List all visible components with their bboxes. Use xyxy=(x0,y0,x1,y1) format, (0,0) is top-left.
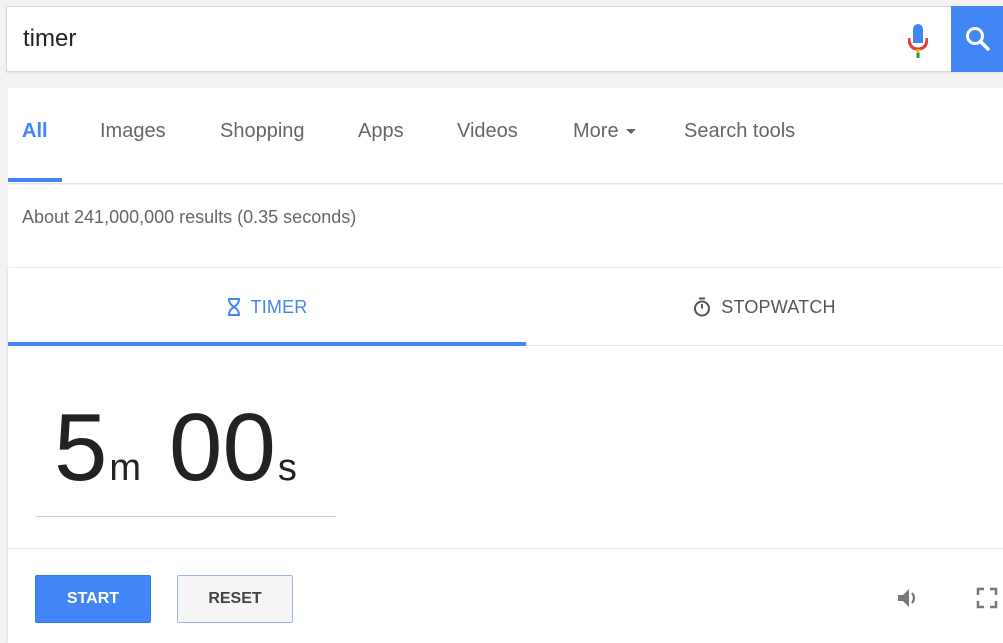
nav-apps[interactable]: Apps xyxy=(358,120,404,143)
nav-search-tools[interactable]: Search tools xyxy=(684,120,795,143)
nav-videos[interactable]: Videos xyxy=(457,120,518,143)
search-button[interactable] xyxy=(951,6,1003,72)
timer-minutes: 5 xyxy=(54,394,108,501)
search-nav: All Images Shopping Apps Videos More Sea… xyxy=(8,88,1003,184)
card-divider xyxy=(8,548,1003,549)
result-stats: About 241,000,000 results (0.35 seconds) xyxy=(22,207,357,227)
reset-button[interactable]: RESET xyxy=(177,575,293,623)
search-icon xyxy=(965,27,990,51)
nav-images[interactable]: Images xyxy=(100,120,166,143)
volume-icon[interactable] xyxy=(894,583,924,613)
timer-underline xyxy=(36,516,336,517)
search-input[interactable] xyxy=(7,7,887,71)
timer-minutes-unit: m xyxy=(109,447,142,489)
timer-display[interactable]: 5m 00s xyxy=(54,393,297,503)
microphone-icon[interactable] xyxy=(904,21,932,61)
results-bar: About 241,000,000 results (0.35 seconds) xyxy=(8,185,1003,267)
timer-seconds: 00 xyxy=(169,394,276,501)
timer-tabs: TIMER STOPWATCH xyxy=(8,268,1003,346)
tab-stopwatch-label: STOPWATCH xyxy=(721,296,836,317)
search-bar xyxy=(6,6,1003,72)
nav-more[interactable]: More xyxy=(573,120,636,143)
timer-card: TIMER STOPWATCH 5m 00s START RESET xyxy=(8,268,1003,643)
fullscreen-icon[interactable] xyxy=(972,583,1002,613)
tab-timer-label: TIMER xyxy=(250,296,308,317)
tab-timer[interactable]: TIMER xyxy=(8,268,526,346)
timer-seconds-unit: s xyxy=(277,447,297,489)
stopwatch-icon xyxy=(694,297,711,317)
hourglass-icon xyxy=(227,298,240,316)
nav-all[interactable]: All xyxy=(22,120,48,143)
start-button[interactable]: START xyxy=(35,575,151,623)
caret-down-icon xyxy=(625,129,636,135)
tab-stopwatch[interactable]: STOPWATCH xyxy=(526,268,1003,346)
active-tab-indicator xyxy=(8,342,526,346)
nav-shopping[interactable]: Shopping xyxy=(220,120,305,143)
nav-more-label: More xyxy=(573,120,619,142)
active-tab-indicator xyxy=(8,178,62,182)
